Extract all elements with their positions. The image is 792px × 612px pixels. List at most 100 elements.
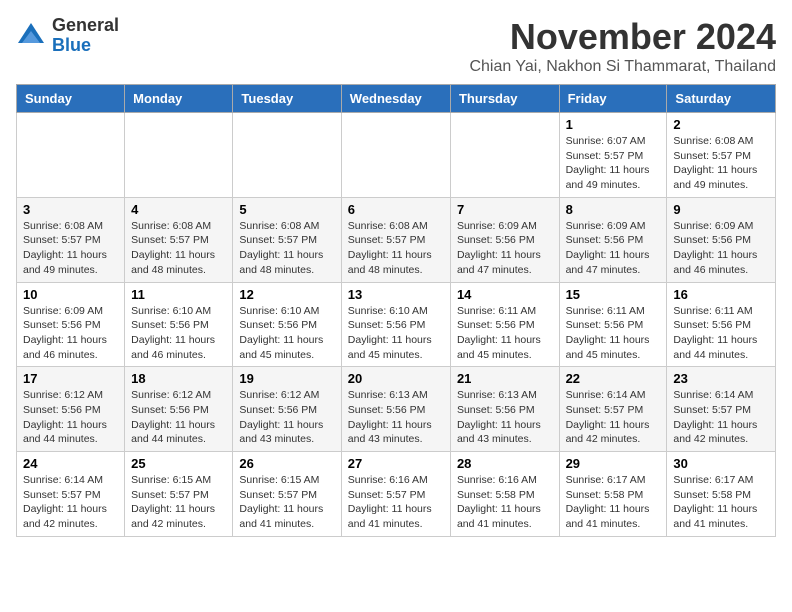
day-number: 19	[239, 371, 334, 386]
day-info: Sunrise: 6:15 AM Sunset: 5:57 PM Dayligh…	[239, 473, 334, 532]
day-number: 14	[457, 287, 553, 302]
title-area: November 2024 Chian Yai, Nakhon Si Thamm…	[469, 16, 776, 76]
day-number: 22	[566, 371, 661, 386]
day-number: 25	[131, 456, 226, 471]
column-header-friday: Friday	[559, 85, 667, 113]
day-number: 5	[239, 202, 334, 217]
column-header-thursday: Thursday	[450, 85, 559, 113]
calendar-cell: 7 Sunrise: 6:09 AM Sunset: 5:56 PM Daylig…	[450, 197, 559, 282]
calendar-cell: 26 Sunrise: 6:15 AM Sunset: 5:57 PM Dayli…	[233, 452, 341, 537]
logo-blue-text: Blue	[52, 36, 119, 56]
calendar-cell: 21 Sunrise: 6:13 AM Sunset: 5:56 PM Dayli…	[450, 367, 559, 452]
calendar-cell: 13 Sunrise: 6:10 AM Sunset: 5:56 PM Dayli…	[341, 282, 450, 367]
day-number: 3	[23, 202, 118, 217]
calendar-cell: 23Sunrise: 6:14 AM Sunset: 5:57 PM Dayli…	[667, 367, 776, 452]
day-number: 15	[566, 287, 661, 302]
day-info: Sunrise: 6:12 AM Sunset: 5:56 PM Dayligh…	[131, 388, 226, 447]
location-title: Chian Yai, Nakhon Si Thammarat, Thailand	[469, 58, 776, 76]
day-number: 18	[131, 371, 226, 386]
calendar-cell: 20Sunrise: 6:13 AM Sunset: 5:56 PM Dayli…	[341, 367, 450, 452]
header: General Blue November 2024 Chian Yai, Na…	[16, 16, 776, 76]
column-header-monday: Monday	[125, 85, 233, 113]
day-number: 17	[23, 371, 118, 386]
calendar-cell	[17, 113, 125, 198]
logo-general-text: General	[52, 16, 119, 36]
day-number: 11	[131, 287, 226, 302]
day-info: Sunrise: 6:10 AM Sunset: 5:56 PM Dayligh…	[348, 304, 444, 363]
day-info: Sunrise: 6:09 AM Sunset: 5:56 PM Dayligh…	[457, 219, 553, 278]
day-number: 24	[23, 456, 118, 471]
day-number: 13	[348, 287, 444, 302]
calendar-week-row: 3 Sunrise: 6:08 AM Sunset: 5:57 PM Daylig…	[17, 197, 776, 282]
day-number: 4	[131, 202, 226, 217]
day-info: Sunrise: 6:11 AM Sunset: 5:56 PM Dayligh…	[457, 304, 553, 363]
day-info: Sunrise: 6:10 AM Sunset: 5:56 PM Dayligh…	[131, 304, 226, 363]
day-number: 2	[673, 117, 769, 132]
day-info: Sunrise: 6:08 AM Sunset: 5:57 PM Dayligh…	[23, 219, 118, 278]
day-number: 23	[673, 371, 769, 386]
day-info: Sunrise: 6:14 AM Sunset: 5:57 PM Dayligh…	[23, 473, 118, 532]
day-number: 21	[457, 371, 553, 386]
day-info: Sunrise: 6:08 AM Sunset: 5:57 PM Dayligh…	[131, 219, 226, 278]
calendar-week-row: 24 Sunrise: 6:14 AM Sunset: 5:57 PM Dayli…	[17, 452, 776, 537]
day-number: 28	[457, 456, 553, 471]
calendar-cell: 8Sunrise: 6:09 AM Sunset: 5:56 PM Daylig…	[559, 197, 667, 282]
day-info: Sunrise: 6:08 AM Sunset: 5:57 PM Dayligh…	[239, 219, 334, 278]
day-info: Sunrise: 6:17 AM Sunset: 5:58 PM Dayligh…	[673, 473, 769, 532]
calendar-cell: 3 Sunrise: 6:08 AM Sunset: 5:57 PM Daylig…	[17, 197, 125, 282]
day-info: Sunrise: 6:16 AM Sunset: 5:58 PM Dayligh…	[457, 473, 553, 532]
day-info: Sunrise: 6:07 AM Sunset: 5:57 PM Dayligh…	[566, 134, 661, 193]
day-info: Sunrise: 6:13 AM Sunset: 5:56 PM Dayligh…	[348, 388, 444, 447]
calendar-cell: 9Sunrise: 6:09 AM Sunset: 5:56 PM Daylig…	[667, 197, 776, 282]
day-info: Sunrise: 6:17 AM Sunset: 5:58 PM Dayligh…	[566, 473, 661, 532]
day-number: 26	[239, 456, 334, 471]
calendar-cell: 16Sunrise: 6:11 AM Sunset: 5:56 PM Dayli…	[667, 282, 776, 367]
day-info: Sunrise: 6:16 AM Sunset: 5:57 PM Dayligh…	[348, 473, 444, 532]
calendar-cell: 28 Sunrise: 6:16 AM Sunset: 5:58 PM Dayli…	[450, 452, 559, 537]
calendar-cell: 5 Sunrise: 6:08 AM Sunset: 5:57 PM Daylig…	[233, 197, 341, 282]
day-number: 29	[566, 456, 661, 471]
day-info: Sunrise: 6:13 AM Sunset: 5:56 PM Dayligh…	[457, 388, 553, 447]
day-info: Sunrise: 6:08 AM Sunset: 5:57 PM Dayligh…	[348, 219, 444, 278]
logo: General Blue	[16, 16, 119, 56]
day-info: Sunrise: 6:08 AM Sunset: 5:57 PM Dayligh…	[673, 134, 769, 193]
calendar-cell: 15 Sunrise: 6:11 AM Sunset: 5:56 PM Dayli…	[559, 282, 667, 367]
day-info: Sunrise: 6:11 AM Sunset: 5:56 PM Dayligh…	[566, 304, 661, 363]
calendar-cell: 4 Sunrise: 6:08 AM Sunset: 5:57 PM Daylig…	[125, 197, 233, 282]
day-number: 1	[566, 117, 661, 132]
calendar-cell: 6 Sunrise: 6:08 AM Sunset: 5:57 PM Daylig…	[341, 197, 450, 282]
calendar-cell	[450, 113, 559, 198]
month-title: November 2024	[469, 16, 776, 58]
day-info: Sunrise: 6:09 AM Sunset: 5:56 PM Dayligh…	[23, 304, 118, 363]
day-number: 12	[239, 287, 334, 302]
day-number: 16	[673, 287, 769, 302]
day-info: Sunrise: 6:15 AM Sunset: 5:57 PM Dayligh…	[131, 473, 226, 532]
day-info: Sunrise: 6:14 AM Sunset: 5:57 PM Dayligh…	[566, 388, 661, 447]
calendar-cell: 27Sunrise: 6:16 AM Sunset: 5:57 PM Dayli…	[341, 452, 450, 537]
calendar-cell: 12 Sunrise: 6:10 AM Sunset: 5:56 PM Dayli…	[233, 282, 341, 367]
day-number: 6	[348, 202, 444, 217]
calendar-table: SundayMondayTuesdayWednesdayThursdayFrid…	[16, 84, 776, 537]
column-header-sunday: Sunday	[17, 85, 125, 113]
day-number: 7	[457, 202, 553, 217]
calendar-week-row: 1 Sunrise: 6:07 AM Sunset: 5:57 PM Daylig…	[17, 113, 776, 198]
calendar-cell: 24 Sunrise: 6:14 AM Sunset: 5:57 PM Dayli…	[17, 452, 125, 537]
day-number: 10	[23, 287, 118, 302]
calendar-cell: 30Sunrise: 6:17 AM Sunset: 5:58 PM Dayli…	[667, 452, 776, 537]
day-info: Sunrise: 6:12 AM Sunset: 5:56 PM Dayligh…	[23, 388, 118, 447]
calendar-cell: 19Sunrise: 6:12 AM Sunset: 5:56 PM Dayli…	[233, 367, 341, 452]
calendar-cell	[125, 113, 233, 198]
column-header-saturday: Saturday	[667, 85, 776, 113]
column-header-tuesday: Tuesday	[233, 85, 341, 113]
calendar-header-row: SundayMondayTuesdayWednesdayThursdayFrid…	[17, 85, 776, 113]
day-info: Sunrise: 6:09 AM Sunset: 5:56 PM Dayligh…	[673, 219, 769, 278]
day-info: Sunrise: 6:10 AM Sunset: 5:56 PM Dayligh…	[239, 304, 334, 363]
calendar-cell: 18 Sunrise: 6:12 AM Sunset: 5:56 PM Dayli…	[125, 367, 233, 452]
logo-text: General Blue	[52, 16, 119, 56]
column-header-wednesday: Wednesday	[341, 85, 450, 113]
calendar-cell: 2 Sunrise: 6:08 AM Sunset: 5:57 PM Daylig…	[667, 113, 776, 198]
day-info: Sunrise: 6:09 AM Sunset: 5:56 PM Dayligh…	[566, 219, 661, 278]
calendar-cell: 11 Sunrise: 6:10 AM Sunset: 5:56 PM Dayli…	[125, 282, 233, 367]
calendar-cell: 17 Sunrise: 6:12 AM Sunset: 5:56 PM Dayli…	[17, 367, 125, 452]
calendar-cell: 14 Sunrise: 6:11 AM Sunset: 5:56 PM Dayli…	[450, 282, 559, 367]
